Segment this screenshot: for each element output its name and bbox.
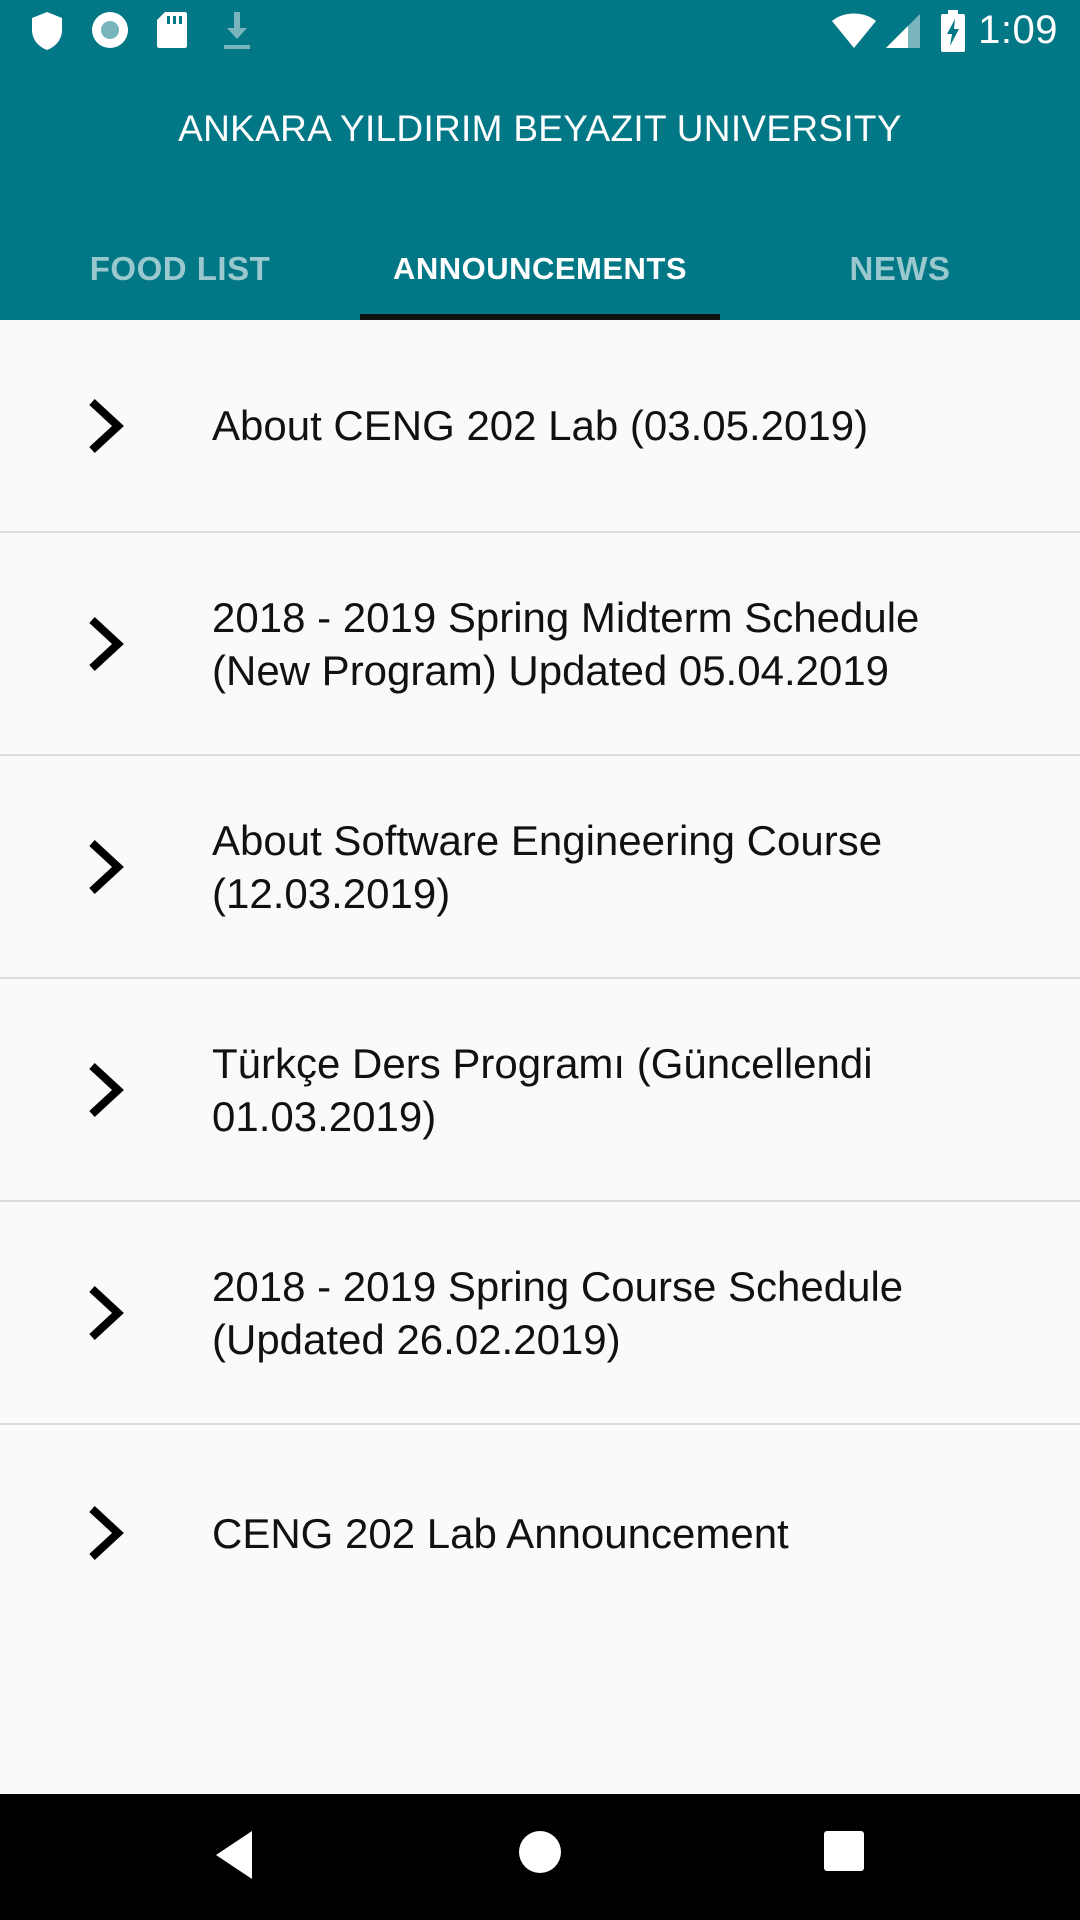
tab-bar: FOOD LIST ANNOUNCEMENTS NEWS [0, 218, 1080, 320]
home-icon[interactable] [518, 1830, 562, 1879]
list-item-title: CENG 202 Lab Announcement [212, 1509, 789, 1557]
list-item-title: About Software Engineering Course (12.03… [212, 816, 883, 917]
recents-icon[interactable] [823, 1830, 865, 1877]
status-bar: 1:09 [0, 0, 1080, 63]
cell-signal-icon [884, 12, 922, 55]
navigation-bar [0, 1794, 1080, 1920]
wifi-icon [830, 12, 878, 55]
list-item-title: 2018 - 2019 Spring Course Schedule (Upda… [212, 1262, 904, 1363]
chevron-right-icon [86, 1505, 126, 1561]
chevron-right-icon [86, 616, 126, 672]
list-item[interactable]: 2018 - 2019 Spring Midterm Schedule (New… [0, 533, 1080, 756]
list-item[interactable]: CENG 202 Lab Announcement [0, 1425, 1080, 1641]
tab-food-list[interactable]: FOOD LIST [0, 218, 360, 320]
announcement-list: About CENG 202 Lab (03.05.2019) 2018 - 2… [0, 320, 1080, 1641]
app-root: 1:09 ANKARA YILDIRIM BEYAZIT UNIVERSITY … [0, 0, 1080, 1920]
list-item[interactable]: Türkçe Ders Programı (Güncellendi 01.03.… [0, 979, 1080, 1202]
list-item[interactable]: 2018 - 2019 Spring Course Schedule (Upda… [0, 1202, 1080, 1425]
sd-card-icon [155, 10, 189, 55]
battery-charging-icon [940, 10, 966, 57]
app-bar: ANKARA YILDIRIM BEYAZIT UNIVERSITY FOOD … [0, 63, 1080, 320]
tab-news[interactable]: NEWS [720, 218, 1080, 320]
status-time: 1:09 [978, 8, 1058, 52]
shield-icon [30, 10, 64, 57]
list-item[interactable]: About Software Engineering Course (12.03… [0, 756, 1080, 979]
chevron-right-icon [86, 398, 126, 454]
list-item-title: Türkçe Ders Programı (Güncellendi 01.03.… [212, 1039, 873, 1140]
record-icon [90, 10, 130, 55]
chevron-right-icon [86, 1062, 126, 1118]
list-item-title: 2018 - 2019 Spring Midterm Schedule (New… [212, 593, 920, 694]
tab-announcements[interactable]: ANNOUNCEMENTS [360, 218, 720, 320]
app-title: ANKARA YILDIRIM BEYAZIT UNIVERSITY [178, 108, 902, 149]
chevron-right-icon [86, 839, 126, 895]
download-icon [220, 10, 254, 57]
back-icon[interactable] [212, 1829, 256, 1886]
list-item-title: About CENG 202 Lab (03.05.2019) [212, 402, 869, 449]
list-item[interactable]: About CENG 202 Lab (03.05.2019) [0, 320, 1080, 533]
chevron-right-icon [86, 1285, 126, 1341]
